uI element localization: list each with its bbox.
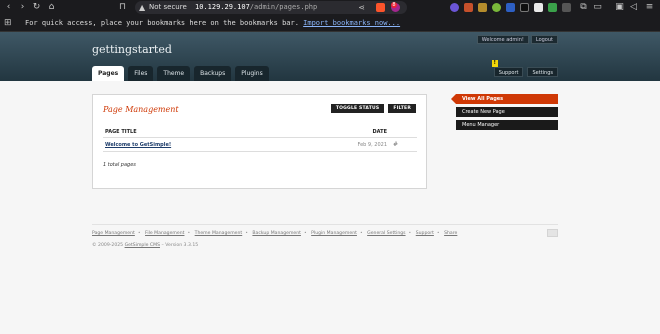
reload-icon[interactable]: ↻ bbox=[31, 2, 42, 13]
share-icon[interactable]: ⋖ bbox=[358, 1, 365, 14]
site-header: gettingstarted Welcome admin! Logout Pag… bbox=[0, 32, 660, 81]
footer-link-file-management[interactable]: File Management bbox=[145, 231, 184, 236]
panel-actions: TOGGLE STATUS FILTER bbox=[330, 104, 416, 113]
hash-icon[interactable]: # bbox=[393, 141, 398, 148]
sidebar-item-view-all-pages[interactable]: View All Pages bbox=[451, 94, 558, 104]
footer-link-share[interactable]: Share bbox=[444, 231, 457, 236]
sidebar-item-create-new-page[interactable]: Create New Page bbox=[456, 107, 558, 117]
warning-icon: ! bbox=[491, 60, 498, 67]
bookmarks-message: For quick access, place your bookmarks h… bbox=[25, 15, 400, 32]
copyright: © 2009-2025 GetSimple CMS – Version 3.3.… bbox=[92, 243, 198, 248]
extension-icon[interactable] bbox=[478, 3, 487, 12]
apps-grid-icon[interactable]: ⊞ bbox=[4, 18, 12, 28]
logout-link[interactable]: Logout bbox=[530, 35, 558, 44]
leo-icon[interactable]: ◁ bbox=[628, 2, 639, 13]
extension-icon[interactable] bbox=[450, 3, 459, 12]
back-icon[interactable]: ‹ bbox=[3, 2, 14, 13]
extension-icon[interactable] bbox=[548, 3, 557, 12]
footer-links: Page Management • File Management • Theme … bbox=[92, 231, 458, 236]
footer-logo-badge[interactable] bbox=[547, 229, 558, 237]
site-name[interactable]: gettingstarted bbox=[92, 43, 172, 56]
wallet-icon[interactable]: ▣ bbox=[614, 2, 625, 13]
extension-icon[interactable] bbox=[534, 3, 543, 12]
footer-link-support[interactable]: Support bbox=[416, 231, 434, 236]
tab-theme[interactable]: Theme bbox=[157, 66, 191, 81]
brave-rewards-icon[interactable]: 8 bbox=[391, 2, 400, 12]
bookmark-icon[interactable]: ⊓ bbox=[117, 2, 128, 13]
column-header-date: DATE bbox=[372, 129, 387, 135]
tab-files[interactable]: Files bbox=[128, 66, 154, 81]
filter-button[interactable]: FILTER bbox=[388, 104, 416, 113]
getsimple-link[interactable]: GetSimple CMS bbox=[125, 243, 160, 248]
table-row: Welcome to GetSimple! Feb 9, 2021 # bbox=[103, 139, 417, 152]
url-path: /admin/pages.php bbox=[249, 3, 318, 11]
copyright-prefix: © 2009-2025 bbox=[92, 243, 124, 248]
page-link[interactable]: Welcome to GetSimple! bbox=[105, 142, 171, 148]
main-tabs: Pages Files Theme Backups Plugins bbox=[92, 66, 269, 81]
tab-support-label: Support bbox=[498, 70, 519, 76]
total-pages: 1 total pages bbox=[103, 162, 136, 168]
sidebar-toggle-icon[interactable]: ▭ bbox=[592, 2, 603, 13]
tab-backups[interactable]: Backups bbox=[194, 66, 232, 81]
address-bar[interactable]: ▲ Not secure 10.129.29.107/admin/pages.p… bbox=[135, 1, 407, 14]
extension-icon[interactable] bbox=[562, 3, 571, 12]
import-bookmarks-link[interactable]: Import bookmarks now... bbox=[303, 19, 400, 27]
url-host: 10.129.29.107 bbox=[195, 3, 250, 11]
version-text: – Version 3.3.15 bbox=[161, 243, 199, 248]
page-management-panel: Page Management TOGGLE STATUS FILTER PAG… bbox=[92, 94, 427, 189]
tab-settings[interactable]: Settings bbox=[527, 67, 558, 77]
brave-shield-icon[interactable] bbox=[376, 3, 385, 12]
right-tabs: ! Support Settings bbox=[491, 60, 558, 77]
home-icon[interactable]: ⌂ bbox=[46, 2, 57, 13]
sidebar-item-menu-manager[interactable]: Menu Manager bbox=[456, 120, 558, 130]
sidebar: View All Pages Create New Page Menu Mana… bbox=[451, 94, 558, 133]
tab-support[interactable]: ! Support bbox=[491, 60, 524, 77]
not-secure-label[interactable]: Not secure bbox=[149, 1, 187, 14]
footer-link-page-management[interactable]: Page Management bbox=[92, 231, 135, 236]
page-title: Page Management bbox=[103, 105, 179, 114]
tab-pages[interactable]: Pages bbox=[92, 66, 125, 81]
footer-divider bbox=[92, 224, 558, 225]
extension-icon[interactable] bbox=[492, 3, 501, 12]
user-links: Welcome admin! Logout bbox=[476, 35, 558, 44]
footer-link-backup-management[interactable]: Backup Management bbox=[252, 231, 301, 236]
footer-link-plugin-management[interactable]: Plugin Management bbox=[311, 231, 357, 236]
browser-toolbar: ‹ › ↻ ⌂ ⊓ ▲ Not secure 10.129.29.107/adm… bbox=[0, 0, 660, 15]
warning-triangle-icon[interactable]: ▲ bbox=[139, 2, 145, 13]
footer-link-theme-management[interactable]: Theme Management bbox=[195, 231, 243, 236]
extension-icon[interactable] bbox=[464, 3, 473, 12]
column-header-page-title: PAGE TITLE bbox=[105, 129, 137, 135]
table-header: PAGE TITLE DATE bbox=[103, 126, 417, 138]
menu-icon[interactable]: ≡ bbox=[644, 2, 655, 13]
extension-icon[interactable] bbox=[520, 3, 529, 12]
extensions-icon[interactable]: ⧉ bbox=[578, 2, 589, 13]
welcome-admin-link[interactable]: Welcome admin! bbox=[476, 35, 529, 44]
toggle-status-button[interactable]: TOGGLE STATUS bbox=[330, 104, 385, 113]
extension-icon[interactable] bbox=[506, 3, 515, 12]
rewards-badge: 8 bbox=[391, 2, 397, 8]
bookmarks-bar: ⊞ For quick access, place your bookmarks… bbox=[0, 15, 660, 32]
url-text[interactable]: 10.129.29.107/admin/pages.php bbox=[195, 1, 317, 14]
bookmarks-hint-text: For quick access, place your bookmarks h… bbox=[25, 19, 299, 27]
forward-icon[interactable]: › bbox=[17, 2, 28, 13]
footer-link-general-settings[interactable]: General Settings bbox=[367, 231, 405, 236]
tab-plugins[interactable]: Plugins bbox=[235, 66, 269, 81]
page-date: Feb 9, 2021 bbox=[357, 142, 387, 148]
